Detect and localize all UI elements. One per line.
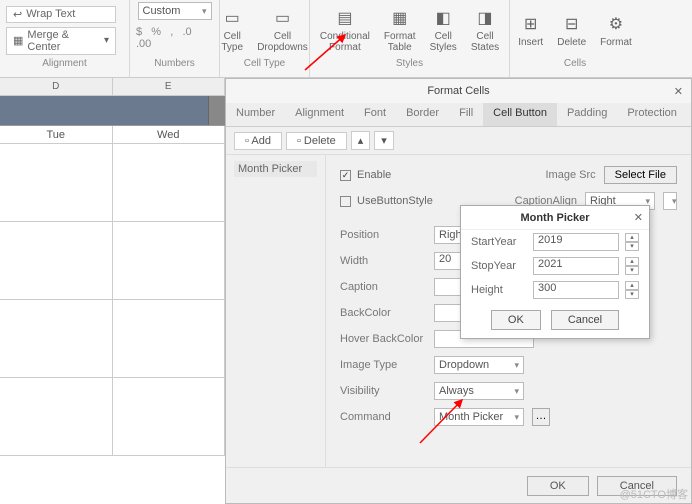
popup-cancel-button[interactable]: Cancel xyxy=(551,310,619,330)
ribbon: ↩Wrap Text ▦Merge & Center ▾ Alignment C… xyxy=(0,0,692,78)
cellstyles-icon: ◧ xyxy=(432,7,454,29)
grid-row[interactable] xyxy=(0,300,225,378)
spreadsheet: D E Tue Wed xyxy=(0,78,225,504)
ribbon-group-numbers: Custom $ % , .0 .00 Numbers xyxy=(130,0,220,77)
cellstates-icon: ◨ xyxy=(474,7,496,29)
grid-row[interactable] xyxy=(0,378,225,456)
day-tue[interactable]: Tue xyxy=(0,126,113,143)
width-label: Width xyxy=(340,255,426,267)
cell-type-button[interactable]: ▭Cell Type xyxy=(217,5,247,55)
month-picker-popup: Month Picker ✕ StartYear 2019 ▴▾ StopYear 2… xyxy=(460,205,650,339)
visibility-label: Visibility xyxy=(340,385,426,397)
use-button-style-checkbox[interactable]: UseButtonStyle xyxy=(340,195,433,207)
command-more-button[interactable]: … xyxy=(532,408,550,426)
height-label: Height xyxy=(471,284,527,296)
dialog-title-bar: Format Cells ✕ xyxy=(226,79,691,103)
ok-button[interactable]: OK xyxy=(527,476,589,496)
format-icon: ⚙ xyxy=(605,13,627,35)
cell-styles-button[interactable]: ◧Cell Styles xyxy=(426,5,461,55)
delete-icon: ⊟ xyxy=(561,13,583,35)
start-year-spinner[interactable]: ▴▾ xyxy=(625,233,639,251)
grid-row[interactable] xyxy=(0,222,225,300)
caption-label: Caption xyxy=(340,281,426,293)
tab-cell-button[interactable]: Cell Button xyxy=(483,103,557,126)
tab-fill[interactable]: Fill xyxy=(449,103,483,126)
extra-select[interactable] xyxy=(663,192,677,210)
command-label: Command xyxy=(340,411,426,423)
format-button[interactable]: ⚙Format xyxy=(596,11,636,50)
popup-title-bar: Month Picker ✕ xyxy=(461,206,649,230)
tab-border[interactable]: Border xyxy=(396,103,449,126)
merge-center-button[interactable]: ▦Merge & Center ▾ xyxy=(6,27,116,55)
tab-protection[interactable]: Protection xyxy=(617,103,687,126)
format-table-button[interactable]: ▦Format Table xyxy=(380,5,420,55)
popup-close-icon[interactable]: ✕ xyxy=(634,211,643,224)
position-label: Position xyxy=(340,229,426,241)
move-up-button[interactable]: ▴ xyxy=(351,131,371,150)
start-year-label: StartYear xyxy=(471,236,527,248)
button-list: Month Picker xyxy=(226,155,326,467)
merge-icon: ▦ xyxy=(13,34,23,47)
enable-checkbox[interactable]: ✓Enable xyxy=(340,169,391,181)
selected-merged-cell[interactable] xyxy=(0,96,225,126)
stop-year-label: StopYear xyxy=(471,260,527,272)
height-input[interactable]: 300 xyxy=(533,281,619,299)
popup-title: Month Picker xyxy=(520,212,589,224)
col-header-e[interactable]: E xyxy=(113,78,226,95)
condformat-icon: ▤ xyxy=(334,7,356,29)
select-file-button[interactable]: Select File xyxy=(604,166,677,184)
number-format-select[interactable]: Custom xyxy=(138,2,212,20)
watermark: @51CTO博客 xyxy=(620,486,688,502)
column-headers: D E xyxy=(0,78,225,96)
start-year-input[interactable]: 2019 xyxy=(533,233,619,251)
image-type-select[interactable]: Dropdown xyxy=(434,356,524,374)
move-down-button[interactable]: ▾ xyxy=(374,131,394,150)
formattable-icon: ▦ xyxy=(389,7,411,29)
group-label-numbers: Numbers xyxy=(154,58,195,69)
tab-number[interactable]: Number xyxy=(226,103,285,126)
stop-year-spinner[interactable]: ▴▾ xyxy=(625,257,639,275)
dialog-title: Format Cells xyxy=(427,85,489,97)
image-type-label: Image Type xyxy=(340,359,426,371)
col-header-d[interactable]: D xyxy=(0,78,113,95)
height-spinner[interactable]: ▴▾ xyxy=(625,281,639,299)
insert-icon: ⊞ xyxy=(520,13,542,35)
grid-row[interactable] xyxy=(0,144,225,222)
group-label-cells: Cells xyxy=(564,58,586,69)
tab-font[interactable]: Font xyxy=(354,103,396,126)
ribbon-group-cells: ⊞Insert ⊟Delete ⚙Format Cells xyxy=(510,0,640,77)
cell-dropdowns-button[interactable]: ▭Cell Dropdowns xyxy=(253,5,312,55)
tab-padding[interactable]: Padding xyxy=(557,103,617,126)
list-item-month-picker[interactable]: Month Picker xyxy=(234,161,317,177)
command-select[interactable]: Month Picker xyxy=(434,408,524,426)
backcolor-label: BackColor xyxy=(340,307,426,319)
stop-year-input[interactable]: 2021 xyxy=(533,257,619,275)
group-label-celltype: Cell Type xyxy=(244,58,286,69)
add-button[interactable]: ▫ Add xyxy=(234,132,282,150)
conditional-format-button[interactable]: ▤Conditional Format xyxy=(316,5,374,55)
delete-button[interactable]: ⊟Delete xyxy=(553,11,590,50)
group-label-alignment: Alignment xyxy=(42,58,86,69)
close-icon[interactable]: ✕ xyxy=(674,85,683,98)
tab-alignment[interactable]: Alignment xyxy=(285,103,354,126)
popup-ok-button[interactable]: OK xyxy=(491,310,541,330)
visibility-select[interactable]: Always xyxy=(434,382,524,400)
ribbon-group-celltype: ▭Cell Type ▭Cell Dropdowns Cell Type xyxy=(220,0,310,77)
delete-button[interactable]: ▫ Delete xyxy=(286,132,347,150)
insert-button[interactable]: ⊞Insert xyxy=(514,11,547,50)
day-header-row: Tue Wed xyxy=(0,126,225,144)
dropdowns-icon: ▭ xyxy=(272,7,294,29)
dialog-toolbar: ▫ Add ▫ Delete ▴ ▾ xyxy=(226,127,691,155)
celltype-icon: ▭ xyxy=(221,7,243,29)
group-label-styles: Styles xyxy=(396,58,423,69)
wrap-icon: ↩ xyxy=(13,8,22,21)
dialog-tabs: Number Alignment Font Border Fill Cell B… xyxy=(226,103,691,127)
ribbon-group-alignment: ↩Wrap Text ▦Merge & Center ▾ Alignment xyxy=(0,0,130,77)
hover-backcolor-label: Hover BackColor xyxy=(340,333,426,345)
cell-states-button[interactable]: ◨Cell States xyxy=(467,5,503,55)
wrap-text-button[interactable]: ↩Wrap Text xyxy=(6,6,116,23)
day-wed[interactable]: Wed xyxy=(113,126,226,143)
ribbon-group-styles: ▤Conditional Format ▦Format Table ◧Cell … xyxy=(310,0,510,77)
image-src-label: Image Src xyxy=(546,169,596,181)
